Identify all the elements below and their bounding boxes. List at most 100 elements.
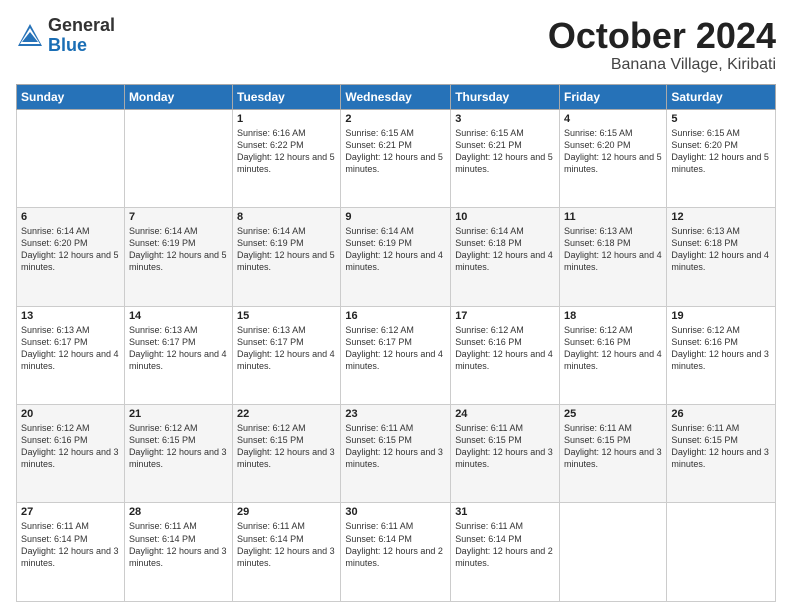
day-number-14: 14	[129, 310, 228, 322]
cell-4-0: 27Sunrise: 6:11 AM Sunset: 6:14 PM Dayli…	[17, 503, 125, 602]
cell-0-5: 4 Sunrise: 6:15 AM Sunset: 6:20 PM Daylig…	[560, 109, 667, 207]
cell-0-1	[124, 109, 232, 207]
day-info-4: Sunrise: 6:15 AM Sunset: 6:20 PM Dayligh…	[564, 127, 662, 176]
cell-0-2: 1Sunrise: 6:16 AM Sunset: 6:22 PM Daylig…	[233, 109, 341, 207]
day-info-17: Sunrise: 6:12 AM Sunset: 6:16 PM Dayligh…	[455, 324, 555, 373]
day-number-30: 30	[345, 506, 446, 518]
day-info-31: Sunrise: 6:11 AM Sunset: 6:14 PM Dayligh…	[455, 520, 555, 569]
cell-1-5: 11 Sunrise: 6:13 AM Sunset: 6:18 PM Dayli…	[560, 208, 667, 306]
day-number-25: 25	[564, 408, 662, 420]
day-number-4: 4	[564, 113, 662, 125]
cell-3-5: 25 Sunrise: 6:11 AM Sunset: 6:15 PM Dayli…	[560, 405, 667, 503]
week-row-2: 13 Sunrise: 6:13 AM Sunset: 6:17 PM Dayli…	[17, 306, 776, 404]
cell-3-2: 22 Sunrise: 6:12 AM Sunset: 6:15 PM Dayli…	[233, 405, 341, 503]
day-number-26: 26	[671, 408, 771, 420]
header-sunday: Sunday	[17, 84, 125, 109]
month-title: October 2024	[548, 16, 776, 56]
calendar-table: Sunday Monday Tuesday Wednesday Thursday…	[16, 84, 776, 602]
day-number-28: 28	[129, 506, 228, 518]
day-info-10: Sunrise: 6:14 AM Sunset: 6:18 PM Dayligh…	[455, 225, 555, 274]
cell-3-4: 24 Sunrise: 6:11 AM Sunset: 6:15 PM Dayli…	[451, 405, 560, 503]
cell-1-2: 8Sunrise: 6:14 AM Sunset: 6:19 PM Daylig…	[233, 208, 341, 306]
day-info-24: Sunrise: 6:11 AM Sunset: 6:15 PM Dayligh…	[455, 422, 555, 471]
cell-0-4: 3 Sunrise: 6:15 AM Sunset: 6:21 PM Daylig…	[451, 109, 560, 207]
cell-3-1: 21 Sunrise: 6:12 AM Sunset: 6:15 PM Dayli…	[124, 405, 232, 503]
cell-2-2: 15 Sunrise: 6:13 AM Sunset: 6:17 PM Dayli…	[233, 306, 341, 404]
day-info-20: Sunrise: 6:12 AM Sunset: 6:16 PM Dayligh…	[21, 422, 120, 471]
header-wednesday: Wednesday	[341, 84, 451, 109]
cell-3-0: 20Sunrise: 6:12 AM Sunset: 6:16 PM Dayli…	[17, 405, 125, 503]
day-number-7: 7	[129, 211, 228, 223]
header: General Blue October 2024 Banana Village…	[16, 16, 776, 74]
title-block: October 2024 Banana Village, Kiribati	[548, 16, 776, 74]
header-thursday: Thursday	[451, 84, 560, 109]
day-info-25: Sunrise: 6:11 AM Sunset: 6:15 PM Dayligh…	[564, 422, 662, 471]
cell-3-3: 23 Sunrise: 6:11 AM Sunset: 6:15 PM Dayli…	[341, 405, 451, 503]
day-info-23: Sunrise: 6:11 AM Sunset: 6:15 PM Dayligh…	[345, 422, 446, 471]
cell-0-3: 2Sunrise: 6:15 AM Sunset: 6:21 PM Daylig…	[341, 109, 451, 207]
cell-1-4: 10 Sunrise: 6:14 AM Sunset: 6:18 PM Dayli…	[451, 208, 560, 306]
day-info-26: Sunrise: 6:11 AM Sunset: 6:15 PM Dayligh…	[671, 422, 771, 471]
day-number-22: 22	[237, 408, 336, 420]
day-info-12: Sunrise: 6:13 AM Sunset: 6:18 PM Dayligh…	[671, 225, 771, 274]
day-info-14: Sunrise: 6:13 AM Sunset: 6:17 PM Dayligh…	[129, 324, 228, 373]
day-info-11: Sunrise: 6:13 AM Sunset: 6:18 PM Dayligh…	[564, 225, 662, 274]
week-row-1: 6 Sunrise: 6:14 AM Sunset: 6:20 PM Daylig…	[17, 208, 776, 306]
day-info-27: Sunrise: 6:11 AM Sunset: 6:14 PM Dayligh…	[21, 520, 120, 569]
day-number-17: 17	[455, 310, 555, 322]
day-number-8: 8	[237, 211, 336, 223]
cell-2-3: 16 Sunrise: 6:12 AM Sunset: 6:17 PM Dayli…	[341, 306, 451, 404]
day-number-2: 2	[345, 113, 446, 125]
day-number-12: 12	[671, 211, 771, 223]
day-number-21: 21	[129, 408, 228, 420]
day-number-6: 6	[21, 211, 120, 223]
cell-3-6: 26 Sunrise: 6:11 AM Sunset: 6:15 PM Dayli…	[667, 405, 776, 503]
day-info-22: Sunrise: 6:12 AM Sunset: 6:15 PM Dayligh…	[237, 422, 336, 471]
day-info-9: Sunrise: 6:14 AM Sunset: 6:19 PM Dayligh…	[345, 225, 446, 274]
location-title: Banana Village, Kiribati	[548, 56, 776, 74]
cell-2-1: 14 Sunrise: 6:13 AM Sunset: 6:17 PM Dayli…	[124, 306, 232, 404]
week-row-3: 20Sunrise: 6:12 AM Sunset: 6:16 PM Dayli…	[17, 405, 776, 503]
cell-2-4: 17 Sunrise: 6:12 AM Sunset: 6:16 PM Dayli…	[451, 306, 560, 404]
day-info-3: Sunrise: 6:15 AM Sunset: 6:21 PM Dayligh…	[455, 127, 555, 176]
week-row-0: 1Sunrise: 6:16 AM Sunset: 6:22 PM Daylig…	[17, 109, 776, 207]
day-number-18: 18	[564, 310, 662, 322]
day-info-16: Sunrise: 6:12 AM Sunset: 6:17 PM Dayligh…	[345, 324, 446, 373]
day-number-10: 10	[455, 211, 555, 223]
cell-4-2: 29Sunrise: 6:11 AM Sunset: 6:14 PM Dayli…	[233, 503, 341, 602]
header-friday: Friday	[560, 84, 667, 109]
day-info-15: Sunrise: 6:13 AM Sunset: 6:17 PM Dayligh…	[237, 324, 336, 373]
day-number-11: 11	[564, 211, 662, 223]
cell-4-1: 28Sunrise: 6:11 AM Sunset: 6:14 PM Dayli…	[124, 503, 232, 602]
cell-1-3: 9Sunrise: 6:14 AM Sunset: 6:19 PM Daylig…	[341, 208, 451, 306]
logo-blue: Blue	[48, 35, 87, 55]
day-info-21: Sunrise: 6:12 AM Sunset: 6:15 PM Dayligh…	[129, 422, 228, 471]
day-info-5: Sunrise: 6:15 AM Sunset: 6:20 PM Dayligh…	[671, 127, 771, 176]
day-number-16: 16	[345, 310, 446, 322]
day-number-15: 15	[237, 310, 336, 322]
cell-2-5: 18Sunrise: 6:12 AM Sunset: 6:16 PM Dayli…	[560, 306, 667, 404]
cell-1-1: 7 Sunrise: 6:14 AM Sunset: 6:19 PM Daylig…	[124, 208, 232, 306]
cell-4-4: 31 Sunrise: 6:11 AM Sunset: 6:14 PM Dayli…	[451, 503, 560, 602]
day-info-30: Sunrise: 6:11 AM Sunset: 6:14 PM Dayligh…	[345, 520, 446, 569]
day-number-13: 13	[21, 310, 120, 322]
header-tuesday: Tuesday	[233, 84, 341, 109]
logo: General Blue	[16, 16, 115, 56]
day-number-31: 31	[455, 506, 555, 518]
day-number-24: 24	[455, 408, 555, 420]
day-number-19: 19	[671, 310, 771, 322]
day-number-29: 29	[237, 506, 336, 518]
day-number-3: 3	[455, 113, 555, 125]
day-number-5: 5	[671, 113, 771, 125]
logo-general: General	[48, 15, 115, 35]
week-row-4: 27Sunrise: 6:11 AM Sunset: 6:14 PM Dayli…	[17, 503, 776, 602]
day-info-13: Sunrise: 6:13 AM Sunset: 6:17 PM Dayligh…	[21, 324, 120, 373]
generalblue-logo-icon	[16, 22, 44, 50]
cell-4-6	[667, 503, 776, 602]
cell-0-0	[17, 109, 125, 207]
day-info-6: Sunrise: 6:14 AM Sunset: 6:20 PM Dayligh…	[21, 225, 120, 274]
day-number-1: 1	[237, 113, 336, 125]
day-info-7: Sunrise: 6:14 AM Sunset: 6:19 PM Dayligh…	[129, 225, 228, 274]
day-number-23: 23	[345, 408, 446, 420]
cell-1-0: 6 Sunrise: 6:14 AM Sunset: 6:20 PM Daylig…	[17, 208, 125, 306]
